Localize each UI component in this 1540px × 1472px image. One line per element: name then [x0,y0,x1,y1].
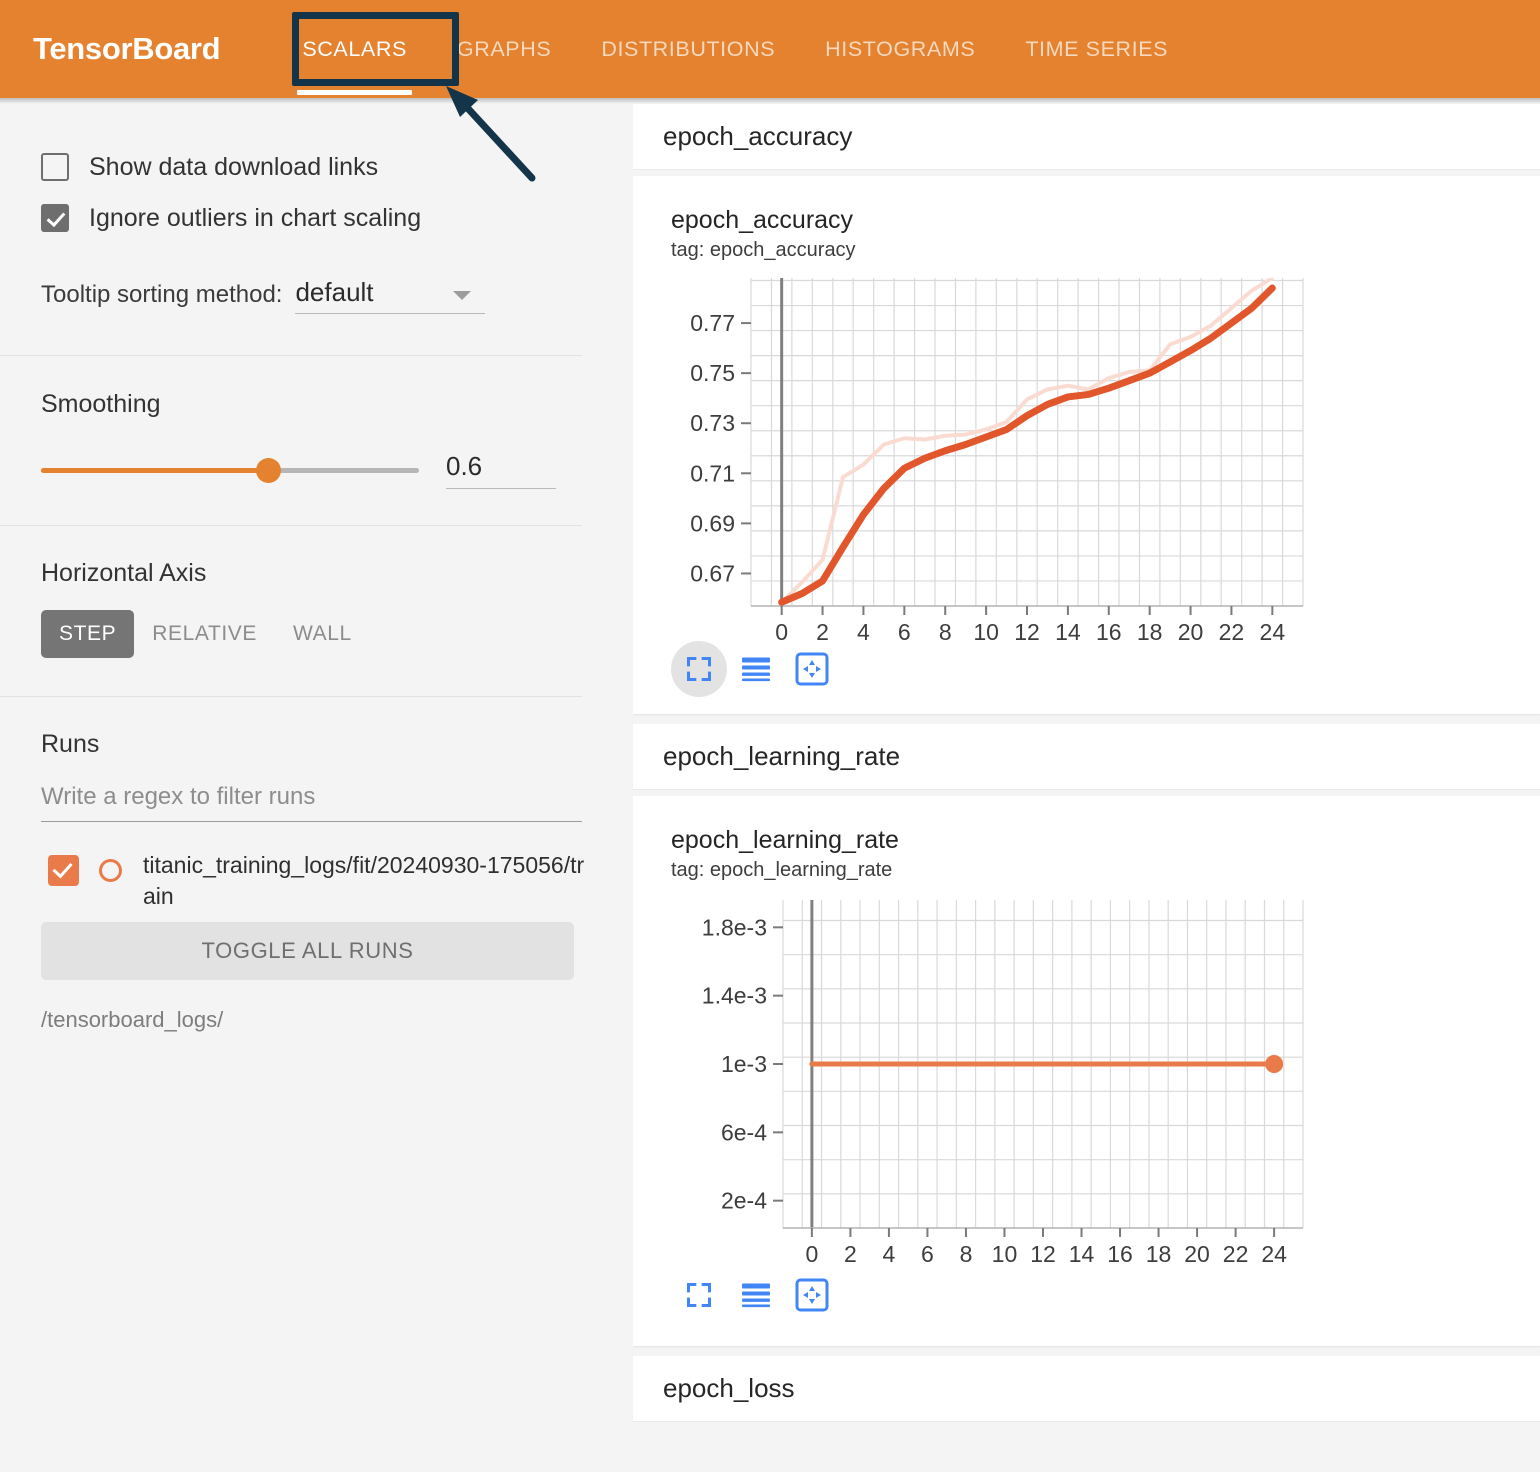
svg-text:22: 22 [1219,619,1245,645]
svg-text:6e-4: 6e-4 [721,1119,767,1145]
app-brand: TensorBoard [33,31,221,66]
ignore-outliers-label: Ignore outliers in chart scaling [89,203,422,232]
svg-text:12: 12 [1030,1241,1056,1267]
smoothing-value-input[interactable]: 0.6 [446,451,556,489]
smoothing-title: Smoothing [41,390,161,418]
svg-text:0: 0 [775,619,788,645]
card-title-epoch-accuracy: epoch_accuracy [671,206,854,234]
divider-2 [0,525,582,526]
svg-text:4: 4 [857,619,870,645]
runs-title: Runs [41,730,100,758]
horizontal-axis-buttons: STEP RELATIVE WALL [41,610,633,658]
divider-3 [0,696,582,697]
svg-text:18: 18 [1137,619,1163,645]
app-header: TensorBoard SCALARS GRAPHS DISTRIBUTIONS… [0,0,1540,98]
card-title-epoch-learning-rate: epoch_learning_rate [671,826,899,854]
svg-text:22: 22 [1223,1241,1249,1267]
tab-graphs[interactable]: GRAPHS [432,0,576,98]
svg-text:6: 6 [921,1241,934,1267]
svg-text:0.69: 0.69 [690,510,735,536]
smoothing-row: 0.6 [41,451,633,489]
svg-text:16: 16 [1096,619,1122,645]
divider-1 [0,355,582,356]
svg-text:0: 0 [805,1241,818,1267]
axis-button-relative[interactable]: RELATIVE [134,610,275,658]
logdir-label: /tensorboard_logs/ [41,1007,224,1032]
svg-text:2e-4: 2e-4 [721,1188,767,1214]
run-list-item[interactable]: titanic_training_logs/fit/20240930-17505… [48,850,633,912]
tab-scalars[interactable]: SCALARS [277,0,432,98]
runs-filter-input[interactable]: Write a regex to filter runs [41,783,582,822]
tooltip-sorting-row: Tooltip sorting method: default [41,277,633,314]
nav-tabs: SCALARS GRAPHS DISTRIBUTIONS HISTOGRAMS … [277,0,1193,98]
group-header-epoch-learning-rate[interactable]: epoch_learning_rate [633,724,1540,790]
run-color-circle-icon [99,859,122,882]
svg-text:2: 2 [816,619,829,645]
smoothing-slider-fill [41,467,268,473]
svg-text:10: 10 [973,619,999,645]
svg-text:0.67: 0.67 [690,560,735,586]
svg-text:24: 24 [1260,619,1286,645]
group-header-epoch-loss[interactable]: epoch_loss [633,1356,1540,1422]
ignore-outliers-checkbox[interactable] [41,204,69,232]
tooltip-sorting-value: default [295,277,374,307]
group-header-epoch-accuracy[interactable]: epoch_accuracy [633,104,1540,170]
card-tag-epoch-accuracy: tag: epoch_accuracy [671,239,856,261]
svg-text:8: 8 [960,1241,973,1267]
show-download-links-row[interactable]: Show data download links [41,150,633,184]
run-name-label: titanic_training_logs/fit/20240930-17505… [143,852,585,909]
show-download-links-checkbox[interactable] [41,153,69,181]
tab-histograms[interactable]: HISTOGRAMS [800,0,1000,98]
svg-text:1.8e-3: 1.8e-3 [702,914,767,940]
plot-epoch-accuracy[interactable]: 0.67 0.69 0.71 0.73 0.75 0.77 0 2 4 6 8 10 12 14 16 18 2… [633,262,1540,655]
tooltip-sorting-select[interactable]: default [295,277,486,314]
svg-text:2: 2 [844,1241,857,1267]
toggle-all-runs-button[interactable]: TOGGLE ALL RUNS [41,922,574,980]
svg-text:24: 24 [1261,1241,1287,1267]
card-epoch-learning-rate: epoch_learning_rate tag: epoch_learning_… [633,796,1540,1346]
horizontal-axis-title: Horizontal Axis [41,559,207,587]
svg-text:1.4e-3: 1.4e-3 [702,983,767,1009]
svg-text:14: 14 [1055,619,1081,645]
axis-button-wall[interactable]: WALL [275,610,370,658]
svg-text:4: 4 [883,1241,896,1267]
svg-text:8: 8 [939,619,952,645]
svg-text:0.73: 0.73 [690,410,735,436]
smoothing-slider-thumb[interactable] [256,457,281,483]
tab-distributions[interactable]: DISTRIBUTIONS [576,0,800,98]
svg-text:0.77: 0.77 [690,310,735,336]
svg-text:0.75: 0.75 [690,360,735,386]
show-download-links-label: Show data download links [89,152,379,181]
plot-epoch-learning-rate[interactable]: 2e-4 6e-4 1e-3 1.4e-3 1.8e-3 0 2 4 6 8 10 12 14 16 18 2… [633,882,1540,1277]
run-checkbox[interactable] [48,855,79,886]
chart-epoch-learning-rate[interactable]: 2e-46e-41e-31.4e-31.8e-30 2 4 6 8 10 12 14 16 18 2… [655,892,1315,1272]
svg-text:18: 18 [1146,1241,1172,1267]
svg-text:12: 12 [1014,619,1040,645]
axis-button-step[interactable]: STEP [41,610,135,658]
ignore-outliers-row[interactable]: Ignore outliers in chart scaling [41,201,633,235]
svg-text:20: 20 [1178,619,1204,645]
svg-text:14: 14 [1069,1241,1095,1267]
settings-sidebar: Show data download links Ignore outliers… [0,104,633,1472]
svg-text:0.71: 0.71 [690,460,735,486]
svg-text:20: 20 [1184,1241,1210,1267]
tab-time-series[interactable]: TIME SERIES [1000,0,1193,98]
svg-text:1e-3: 1e-3 [721,1051,767,1077]
scalars-main-panel: epoch_accuracy epoch_accuracy tag: epoch… [633,104,1540,1472]
chart-epoch-accuracy[interactable]: 0.670.690.710.730.750.770 2 4 6 8 10 12 14 16 18 2… [655,270,1315,650]
chevron-down-icon [453,291,472,300]
svg-text:6: 6 [898,619,911,645]
svg-text:10: 10 [992,1241,1018,1267]
svg-text:16: 16 [1107,1241,1133,1267]
smoothing-slider[interactable] [41,457,419,483]
tooltip-sorting-label: Tooltip sorting method: [41,281,283,308]
card-tag-epoch-learning-rate: tag: epoch_learning_rate [671,859,893,881]
card-epoch-accuracy: epoch_accuracy tag: epoch_accuracy 0.67 0… [633,176,1540,714]
